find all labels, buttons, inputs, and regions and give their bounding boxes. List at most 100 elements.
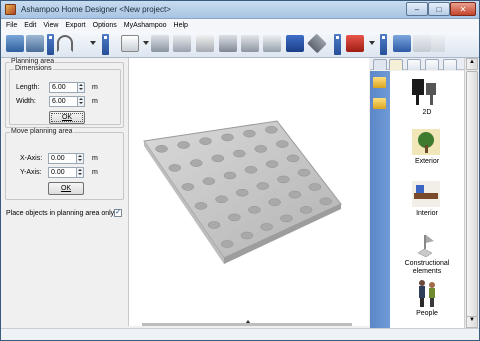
minimize-button[interactable]: – <box>406 2 428 16</box>
maximize-button[interactable]: □ <box>428 2 450 16</box>
focus-rect <box>51 113 83 122</box>
scroll-thumb[interactable] <box>466 71 478 317</box>
chevron-down-icon[interactable] <box>369 41 375 45</box>
home-tab-icon[interactable] <box>373 59 387 70</box>
splitter-bar[interactable] <box>142 323 352 326</box>
catalog-item-people[interactable]: People <box>390 278 464 326</box>
y-axis-value: 0.00 <box>51 169 65 176</box>
chevron-down-icon[interactable] <box>90 41 96 45</box>
floor-tile <box>207 221 221 229</box>
floor-tile <box>202 177 216 185</box>
floor-tile <box>215 195 228 204</box>
open-project-icon[interactable] <box>6 35 24 52</box>
checkmark-icon: ✓ <box>115 209 121 216</box>
x-axis-unit: m <box>92 155 98 162</box>
length-spinbox[interactable]: 6.00 <box>49 82 85 93</box>
floor-tile <box>297 168 311 177</box>
floor-tile <box>260 223 273 231</box>
title-bar[interactable]: Ashampoo Home Designer <New project> – □… <box>1 1 479 19</box>
undo-icon[interactable] <box>57 35 73 52</box>
toolbar-group-handle[interactable] <box>102 34 109 55</box>
scroll-down-button[interactable]: ▼ <box>466 316 478 328</box>
toolbar-group-handle[interactable] <box>334 34 341 55</box>
floor-tile <box>194 202 208 210</box>
move-ok-label: OK <box>60 185 72 192</box>
floor-tile <box>265 126 278 134</box>
folder-icon[interactable] <box>373 98 386 109</box>
floor-tile <box>265 160 279 168</box>
3d-viewport[interactable] <box>128 58 369 326</box>
floor-tile <box>199 137 212 145</box>
length-value: 6.00 <box>52 84 66 91</box>
app-logo-icon <box>5 4 16 15</box>
floor-tile <box>235 188 249 197</box>
catalog-scrollbar[interactable]: ▲ ▼ <box>464 58 478 328</box>
stairs-icon[interactable] <box>196 35 214 52</box>
floor-tile <box>248 206 261 214</box>
x-axis-label: X-Axis: <box>20 155 43 162</box>
dimensions-ok-button[interactable]: OK <box>49 111 85 124</box>
catalog-folder-strip <box>370 71 390 328</box>
wall-tool-icon[interactable] <box>151 35 169 52</box>
floor-tile <box>243 129 256 138</box>
people-icon <box>419 280 435 307</box>
catalog-item-label: Interior <box>416 210 438 217</box>
width-spin-arrows-icon[interactable] <box>77 97 84 106</box>
x-axis-spin-arrows-icon[interactable] <box>76 154 83 163</box>
catalog-item-label: Exterior <box>414 158 440 165</box>
catalog-item-interior[interactable]: Interior <box>390 179 464 227</box>
car-tab-icon[interactable] <box>425 59 439 70</box>
place-objects-checkbox[interactable]: ✓ <box>114 209 122 217</box>
menu-view[interactable]: View <box>43 22 58 29</box>
y-axis-spin-arrows-icon[interactable] <box>76 168 83 177</box>
y-axis-unit: m <box>92 169 98 176</box>
window-tool-icon[interactable] <box>263 35 281 52</box>
menu-bar: File Edit View Export Options MyAshampoo… <box>1 19 479 31</box>
wizard-tab-icon[interactable] <box>407 59 421 70</box>
move-ok-button[interactable]: OK <box>48 182 84 195</box>
catalog-item-label: 2D <box>422 109 432 116</box>
red-house-icon[interactable] <box>346 35 364 52</box>
width-spinbox[interactable]: 6.00 <box>49 96 85 107</box>
walkthrough-icon[interactable] <box>431 35 445 52</box>
grid-floor-icon[interactable] <box>286 35 304 52</box>
menu-options[interactable]: Options <box>93 22 117 29</box>
furniture-tab-icon[interactable] <box>389 59 403 70</box>
save-project-icon[interactable] <box>26 35 44 52</box>
toolbar-group-handle[interactable] <box>380 34 387 55</box>
catalog-item-constructional[interactable]: Constructional elements <box>390 231 464 279</box>
chevron-down-icon[interactable] <box>143 41 149 45</box>
planning-area-title: Planning area <box>10 58 56 65</box>
main-toolbar <box>1 31 479 58</box>
menu-myashampoo[interactable]: MyAshampoo <box>124 22 167 29</box>
plane-icon[interactable] <box>307 33 327 54</box>
cube-view-icon[interactable] <box>121 35 139 52</box>
view-3d-icon[interactable] <box>393 35 411 52</box>
folder-open-icon[interactable] <box>373 77 386 88</box>
menu-help[interactable]: Help <box>174 22 188 29</box>
menu-export[interactable]: Export <box>65 22 85 29</box>
planning-area-3d-view[interactable] <box>129 58 370 326</box>
toolbar-group-handle[interactable] <box>47 34 54 55</box>
room-tool-icon[interactable] <box>173 35 191 52</box>
floor-tile <box>288 190 302 199</box>
y-axis-spinbox[interactable]: 0.00 <box>48 167 84 178</box>
catalog-item-exterior[interactable]: Exterior <box>390 127 464 183</box>
floor-tool-icon[interactable] <box>219 35 237 52</box>
menu-file[interactable]: File <box>6 22 17 29</box>
roof-tool-icon[interactable] <box>241 35 259 52</box>
length-spin-arrows-icon[interactable] <box>77 83 84 92</box>
planning-area-group: Planning area Dimensions Length: 6.00 m … <box>5 58 124 128</box>
globe-tab-icon[interactable] <box>443 59 457 70</box>
camera-path-icon[interactable] <box>413 35 431 52</box>
catalog-item-label: People <box>416 310 438 317</box>
menu-edit[interactable]: Edit <box>24 22 36 29</box>
floor-tile <box>254 145 268 153</box>
close-icon: ✕ <box>459 4 467 14</box>
dimensions-group: Dimensions Length: 6.00 m Width: 6.00 m … <box>9 65 121 125</box>
floor-tile <box>277 175 290 184</box>
floor-tile <box>319 197 333 206</box>
x-axis-spinbox[interactable]: 0.00 <box>48 153 84 164</box>
close-button[interactable]: ✕ <box>450 2 476 16</box>
scroll-up-button[interactable]: ▲ <box>466 58 478 70</box>
